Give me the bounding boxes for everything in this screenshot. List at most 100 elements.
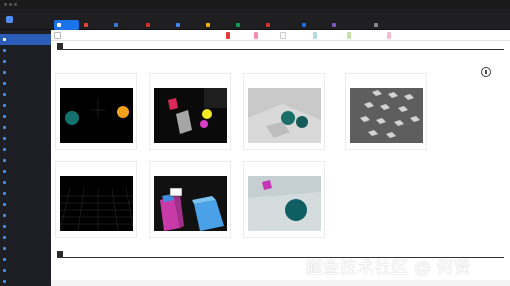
example-card[interactable] — [149, 161, 231, 238]
sidebar-item[interactable] — [0, 177, 51, 188]
sidebar-item-label — [8, 188, 42, 199]
sidebar-item[interactable] — [0, 199, 51, 210]
app-logo-icon — [6, 16, 13, 24]
sidebar-bullet-icon — [3, 137, 6, 140]
sidebar-item-label — [8, 177, 42, 188]
sidebar-bullet-icon — [3, 192, 6, 195]
sidebar-item[interactable] — [0, 232, 51, 243]
sidebar-bullet-icon — [3, 225, 6, 228]
page-toolbar — [51, 30, 510, 41]
screen: 掘金技术社区 @ 何贤 — [0, 0, 510, 286]
window-control-dot[interactable] — [4, 3, 7, 6]
sidebar-bullet-icon — [3, 60, 6, 63]
tab-10[interactable] — [371, 20, 411, 30]
tag-chip[interactable] — [226, 32, 230, 39]
window-control-dot[interactable] — [14, 3, 17, 6]
tab-7[interactable] — [263, 20, 297, 30]
sidebar-item[interactable] — [0, 56, 51, 67]
sidebar-item-label — [8, 34, 42, 45]
tab-6[interactable] — [233, 20, 261, 30]
example-card[interactable] — [149, 73, 231, 150]
sidebar-item-label — [8, 210, 42, 221]
sidebar-item[interactable] — [0, 188, 51, 199]
sidebar-bullet-icon — [3, 280, 6, 283]
sidebar-item-label — [8, 133, 42, 144]
sidebar-bullet-icon — [3, 159, 6, 162]
sidebar-item-label — [8, 155, 42, 166]
tab-8[interactable] — [299, 20, 327, 30]
sidebar-item[interactable] — [0, 100, 51, 111]
sidebar-item[interactable] — [0, 243, 51, 254]
tab-0[interactable] — [54, 20, 79, 30]
tab-5[interactable] — [203, 20, 231, 30]
tab-favicon-icon — [114, 22, 118, 27]
tag-chip[interactable] — [280, 32, 286, 39]
sidebar-item-label — [8, 45, 42, 56]
next-row-strip — [51, 280, 510, 286]
watermark: 掘金技术社区 @ 何贤 — [305, 258, 472, 277]
sidebar-item[interactable] — [0, 265, 51, 276]
tab-1[interactable] — [81, 20, 109, 30]
sidebar-item-label — [8, 111, 42, 122]
example-card[interactable] — [345, 73, 427, 150]
tab-favicon-icon — [206, 22, 210, 27]
tab-2[interactable] — [111, 20, 141, 30]
example-card[interactable] — [55, 161, 137, 238]
app-brand[interactable] — [6, 14, 46, 26]
sidebar-item[interactable] — [0, 210, 51, 221]
sidebar-bullet-icon — [3, 247, 6, 250]
sidebar-item[interactable] — [0, 67, 51, 78]
sidebar-item[interactable] — [0, 111, 51, 122]
section-divider — [57, 49, 504, 50]
sidebar-item[interactable] — [0, 89, 51, 100]
sidebar-item-label — [8, 144, 42, 155]
sidebar-bullet-icon — [3, 170, 6, 173]
tab-9[interactable] — [329, 20, 369, 30]
menu-toggle-icon[interactable] — [54, 32, 61, 39]
sidebar-bullet-icon — [3, 258, 6, 261]
tab-4[interactable] — [173, 20, 201, 30]
sidebar-item[interactable] — [0, 45, 51, 56]
tag-chip[interactable] — [313, 32, 317, 39]
sidebar-item-label — [8, 56, 42, 67]
card-preview-image — [154, 176, 227, 231]
tag-chip[interactable] — [387, 32, 391, 39]
sidebar-bullet-icon — [3, 181, 6, 184]
tab-favicon-icon — [176, 22, 180, 27]
sidebar-item[interactable] — [0, 166, 51, 177]
sidebar-item-label — [8, 265, 42, 276]
tab-favicon-icon — [57, 22, 61, 27]
tag-chip[interactable] — [347, 32, 351, 39]
sidebar-item[interactable] — [0, 34, 51, 45]
sidebar-bullet-icon — [3, 269, 6, 272]
card-preview-image — [60, 88, 133, 143]
tag-chip[interactable] — [254, 32, 258, 39]
sidebar-item[interactable] — [0, 276, 51, 286]
sidebar-item[interactable] — [0, 144, 51, 155]
browser-tab-strip — [0, 0, 510, 9]
tab-3[interactable] — [143, 20, 171, 30]
sidebar-item-label — [8, 243, 42, 254]
card-preview-image — [248, 176, 321, 231]
example-card[interactable] — [55, 73, 137, 150]
sidebar-bullet-icon — [3, 104, 6, 107]
card-preview-image — [350, 88, 423, 143]
sidebar-item[interactable] — [0, 133, 51, 144]
window-control-dot[interactable] — [9, 3, 12, 6]
card-preview-image — [154, 88, 227, 143]
main-content — [51, 41, 510, 286]
app-top-bar — [0, 9, 510, 30]
sidebar-bullet-icon — [3, 71, 6, 74]
tab-favicon-icon — [302, 22, 306, 27]
sidebar-item[interactable] — [0, 155, 51, 166]
sidebar-item[interactable] — [0, 122, 51, 133]
sidebar-bullet-icon — [3, 82, 6, 85]
sidebar-item[interactable] — [0, 221, 51, 232]
example-card[interactable] — [243, 73, 325, 150]
sidebar-bullet-icon — [3, 203, 6, 206]
sidebar-item[interactable] — [0, 254, 51, 265]
sidebar-item[interactable] — [0, 78, 51, 89]
sidebar-item-label — [8, 78, 42, 89]
help-icon[interactable] — [481, 67, 491, 77]
example-card[interactable] — [243, 161, 325, 238]
